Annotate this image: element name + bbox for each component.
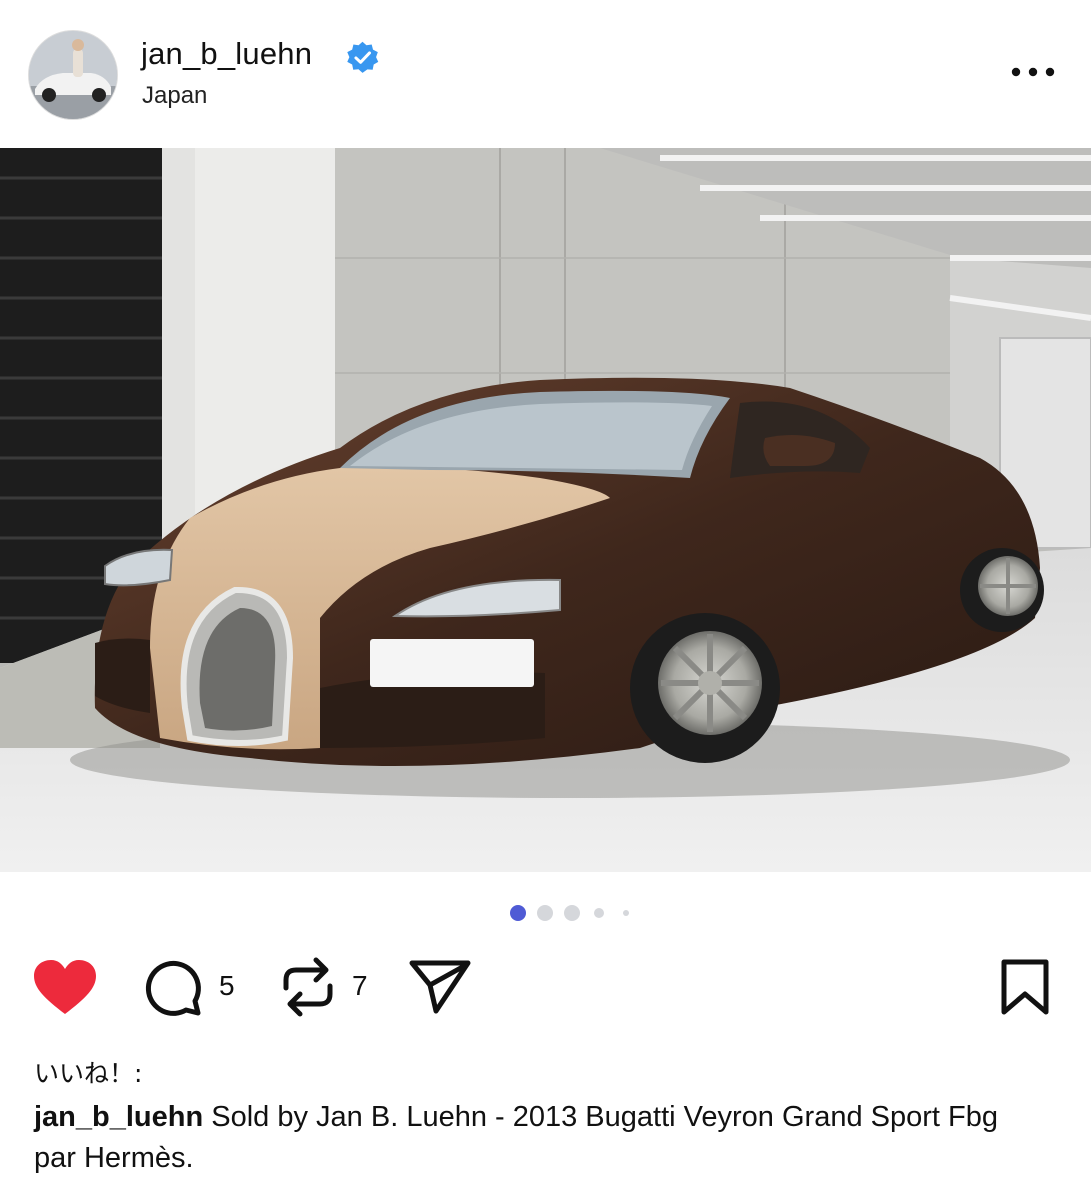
car-photo bbox=[0, 148, 1091, 872]
caption: jan_b_luehn Sold by Jan B. Luehn - 2013 … bbox=[34, 1097, 1044, 1179]
avatar[interactable] bbox=[28, 30, 118, 120]
action-bar: 5 7 bbox=[0, 948, 1091, 1028]
post-image[interactable] bbox=[0, 148, 1091, 872]
carousel-indicator bbox=[0, 900, 1091, 924]
carousel-dot bbox=[537, 905, 553, 921]
carousel-dot bbox=[623, 910, 629, 916]
caption-username[interactable]: jan_b_luehn bbox=[34, 1101, 203, 1133]
verified-badge-icon bbox=[347, 41, 379, 73]
carousel-dot-active bbox=[510, 905, 526, 921]
likes-label[interactable]: いいね！: bbox=[34, 1054, 142, 1090]
post-location[interactable]: Japan bbox=[142, 82, 207, 110]
carousel-dot bbox=[564, 905, 580, 921]
post-header: jan_b_luehn Japan bbox=[0, 0, 1091, 148]
bookmark-icon[interactable] bbox=[999, 958, 1051, 1016]
username[interactable]: jan_b_luehn bbox=[141, 36, 312, 72]
heart-filled-icon[interactable] bbox=[32, 958, 98, 1016]
comment-count: 5 bbox=[219, 970, 235, 1001]
repost-count: 7 bbox=[352, 970, 368, 1001]
repost-icon[interactable] bbox=[280, 956, 336, 1018]
comment-bubble-icon[interactable] bbox=[144, 959, 202, 1017]
more-horizontal-icon[interactable] bbox=[1010, 62, 1056, 82]
avatar-image bbox=[29, 31, 117, 119]
carousel-dot bbox=[594, 908, 604, 918]
send-icon[interactable] bbox=[408, 959, 472, 1015]
